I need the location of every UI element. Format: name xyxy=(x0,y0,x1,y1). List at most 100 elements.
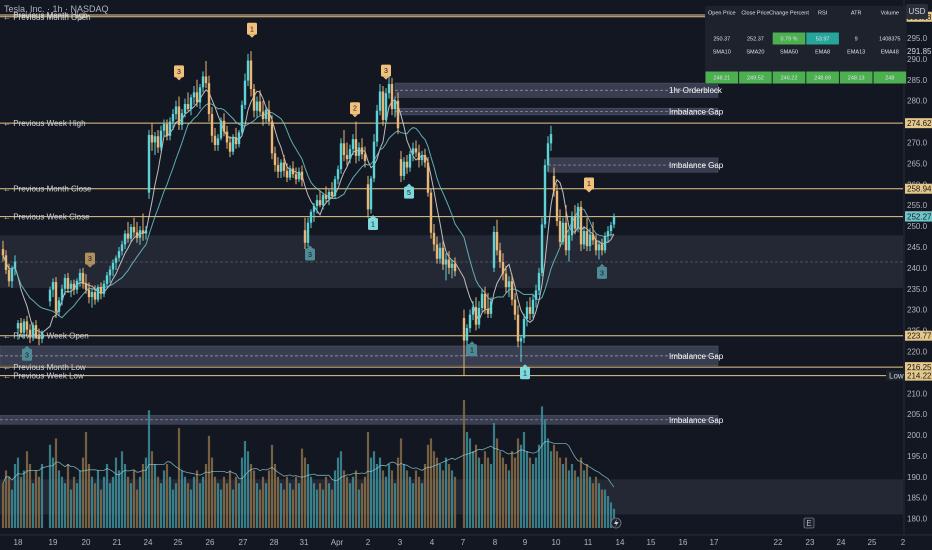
volume-bar xyxy=(543,419,547,528)
zones-layer xyxy=(0,82,903,515)
price-tag: 214.22 xyxy=(905,370,932,381)
candle-body xyxy=(507,281,511,288)
candle-body xyxy=(396,100,400,129)
volume-bar xyxy=(573,470,577,528)
candle-body xyxy=(345,155,349,160)
candle-body xyxy=(609,225,613,232)
candle-body xyxy=(186,104,190,110)
candle-body xyxy=(141,230,145,234)
volume-bar xyxy=(534,457,538,528)
volume-bar xyxy=(423,464,427,528)
stats-cell: EMA48 xyxy=(881,50,899,56)
volume-bar xyxy=(555,451,559,528)
volume-bar xyxy=(135,489,139,528)
candle-body xyxy=(528,307,532,314)
candle-body xyxy=(19,323,23,333)
price-tick-label: 230.0 xyxy=(907,306,928,315)
volume-bar xyxy=(597,483,601,528)
price-tag-label: 258.94 xyxy=(907,185,932,194)
volume-bar xyxy=(28,464,32,528)
level-label: ← Previous Week Low xyxy=(3,372,84,381)
stats-cell: RSI xyxy=(818,11,828,17)
volume-bar xyxy=(483,451,487,528)
candle-body xyxy=(531,299,535,314)
candle-body xyxy=(123,233,127,245)
candle-body xyxy=(393,100,397,110)
candle-body xyxy=(132,226,136,233)
marker-label: 2 xyxy=(353,106,357,113)
candle-body xyxy=(360,147,364,155)
volume-bar xyxy=(570,464,574,528)
candle-body xyxy=(273,153,277,166)
volume-bar xyxy=(141,464,145,528)
volume-bar xyxy=(567,470,571,528)
candle-body xyxy=(93,292,97,300)
volume-bar xyxy=(432,451,436,528)
volume-bar xyxy=(540,406,544,528)
candle-body xyxy=(399,159,403,176)
volume-bar xyxy=(564,457,568,528)
candle-body xyxy=(561,222,565,242)
volume-bar xyxy=(87,464,91,528)
candle-body xyxy=(216,138,220,145)
volume-bar xyxy=(417,476,421,528)
volume-bar xyxy=(426,444,430,528)
candle-body xyxy=(315,200,319,207)
volume-bar xyxy=(40,464,44,528)
candle-body xyxy=(40,332,44,339)
volume-bar xyxy=(195,470,199,528)
volume-bar xyxy=(57,470,61,528)
candle-body xyxy=(468,314,472,329)
level-label: ← Previous Week Open xyxy=(3,332,89,341)
volume-bar xyxy=(351,476,355,528)
candle-body xyxy=(150,134,154,143)
candle-body xyxy=(588,234,592,247)
marker-label: 3 xyxy=(308,252,312,259)
currency-button[interactable]: USD xyxy=(906,4,928,19)
stats-cell: EMA13 xyxy=(847,50,865,56)
candle-body xyxy=(99,287,103,294)
candle-body xyxy=(516,314,520,342)
candle-body xyxy=(606,231,610,237)
candle-body xyxy=(291,168,295,175)
price-tag: 252.27 xyxy=(905,211,932,222)
volume-bar xyxy=(162,470,166,528)
candle-body xyxy=(555,190,559,222)
volume-bar xyxy=(231,489,235,528)
price-tag-label: 214.22 xyxy=(907,372,932,381)
candle-body xyxy=(102,283,106,294)
volume-bar xyxy=(207,435,211,528)
candle-body xyxy=(402,161,406,176)
candle-body xyxy=(156,136,160,148)
candle-body xyxy=(201,76,205,88)
candle-body xyxy=(537,272,541,291)
volume-bar xyxy=(22,470,26,528)
candle-body xyxy=(90,292,94,298)
price-tick-label: 200.0 xyxy=(907,431,928,440)
candle-body xyxy=(126,233,130,239)
candle-body xyxy=(552,175,556,191)
signal-marker: 3 xyxy=(174,65,184,81)
candle-body xyxy=(177,106,181,125)
candle-body xyxy=(120,244,124,252)
candle-body xyxy=(477,307,481,325)
candle-body xyxy=(297,171,301,180)
price-tick-label: 240.0 xyxy=(907,264,928,273)
candle-body xyxy=(219,120,223,139)
volume-bar xyxy=(264,483,268,528)
volume-bar xyxy=(369,457,373,528)
chart: ← Previous Month High← Previous Month Op… xyxy=(0,0,932,550)
candle-body xyxy=(564,222,568,251)
candle-body xyxy=(573,216,577,229)
marker-label: 5 xyxy=(407,190,411,197)
zone-label: Imbalance Gap xyxy=(669,108,724,117)
candle-body xyxy=(129,226,133,239)
candle-body xyxy=(7,269,11,282)
candle-body xyxy=(192,92,196,98)
candle-body xyxy=(384,93,388,120)
candle-body xyxy=(498,250,502,263)
stats-table: Open Price Close Price Change Percent RSI AT… xyxy=(705,6,907,84)
volume-bar xyxy=(255,483,259,528)
time-tick-label: 4 xyxy=(430,538,435,547)
candle-body xyxy=(228,142,232,152)
